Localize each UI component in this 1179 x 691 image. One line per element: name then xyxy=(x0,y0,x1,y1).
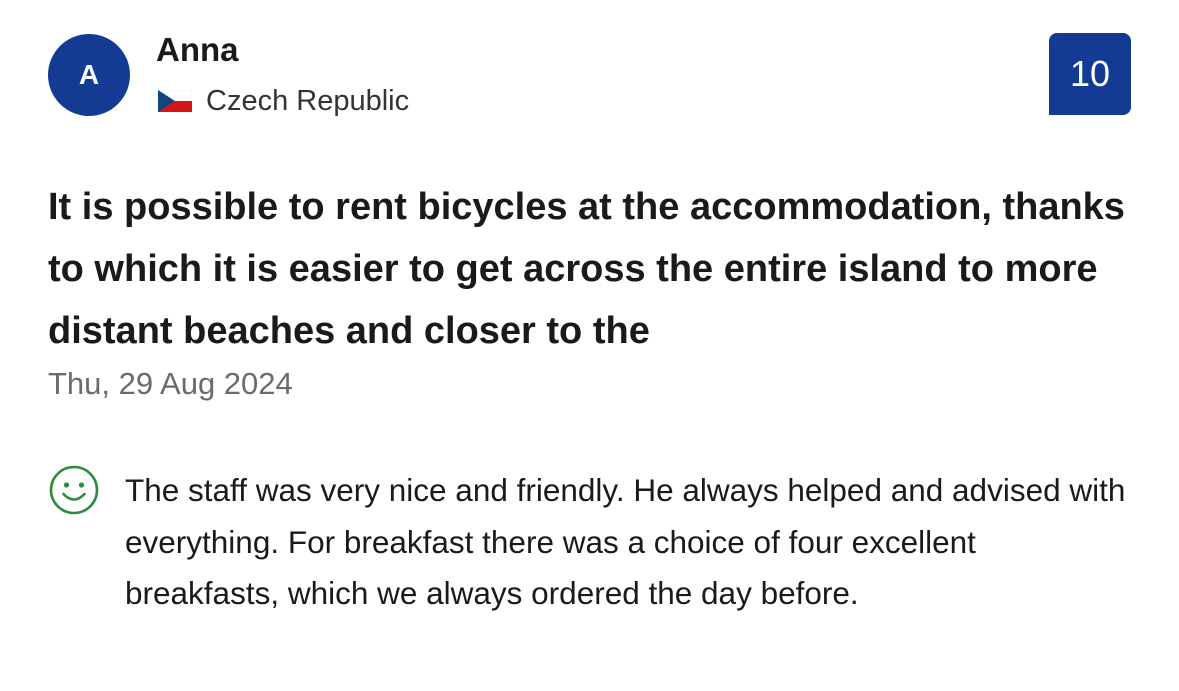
reviewer-avatar: A xyxy=(48,34,130,116)
review-date: Thu, 29 Aug 2024 xyxy=(48,366,293,401)
country-name: Czech Republic xyxy=(206,84,410,117)
reviewer-country: Czech Republic xyxy=(158,82,409,120)
score-value: 10 xyxy=(1069,53,1111,94)
avatar-initial: A xyxy=(78,59,100,90)
review-score-badge: 10 xyxy=(1049,33,1131,115)
smiley-face-icon xyxy=(49,465,99,515)
review-title: It is possible to rent bicycles at the a… xyxy=(48,186,1125,352)
czech-flag-icon xyxy=(158,90,192,112)
reviewer-name: Anna xyxy=(156,31,239,68)
review-positive-text: The staff was very nice and friendly. He… xyxy=(125,472,1126,611)
